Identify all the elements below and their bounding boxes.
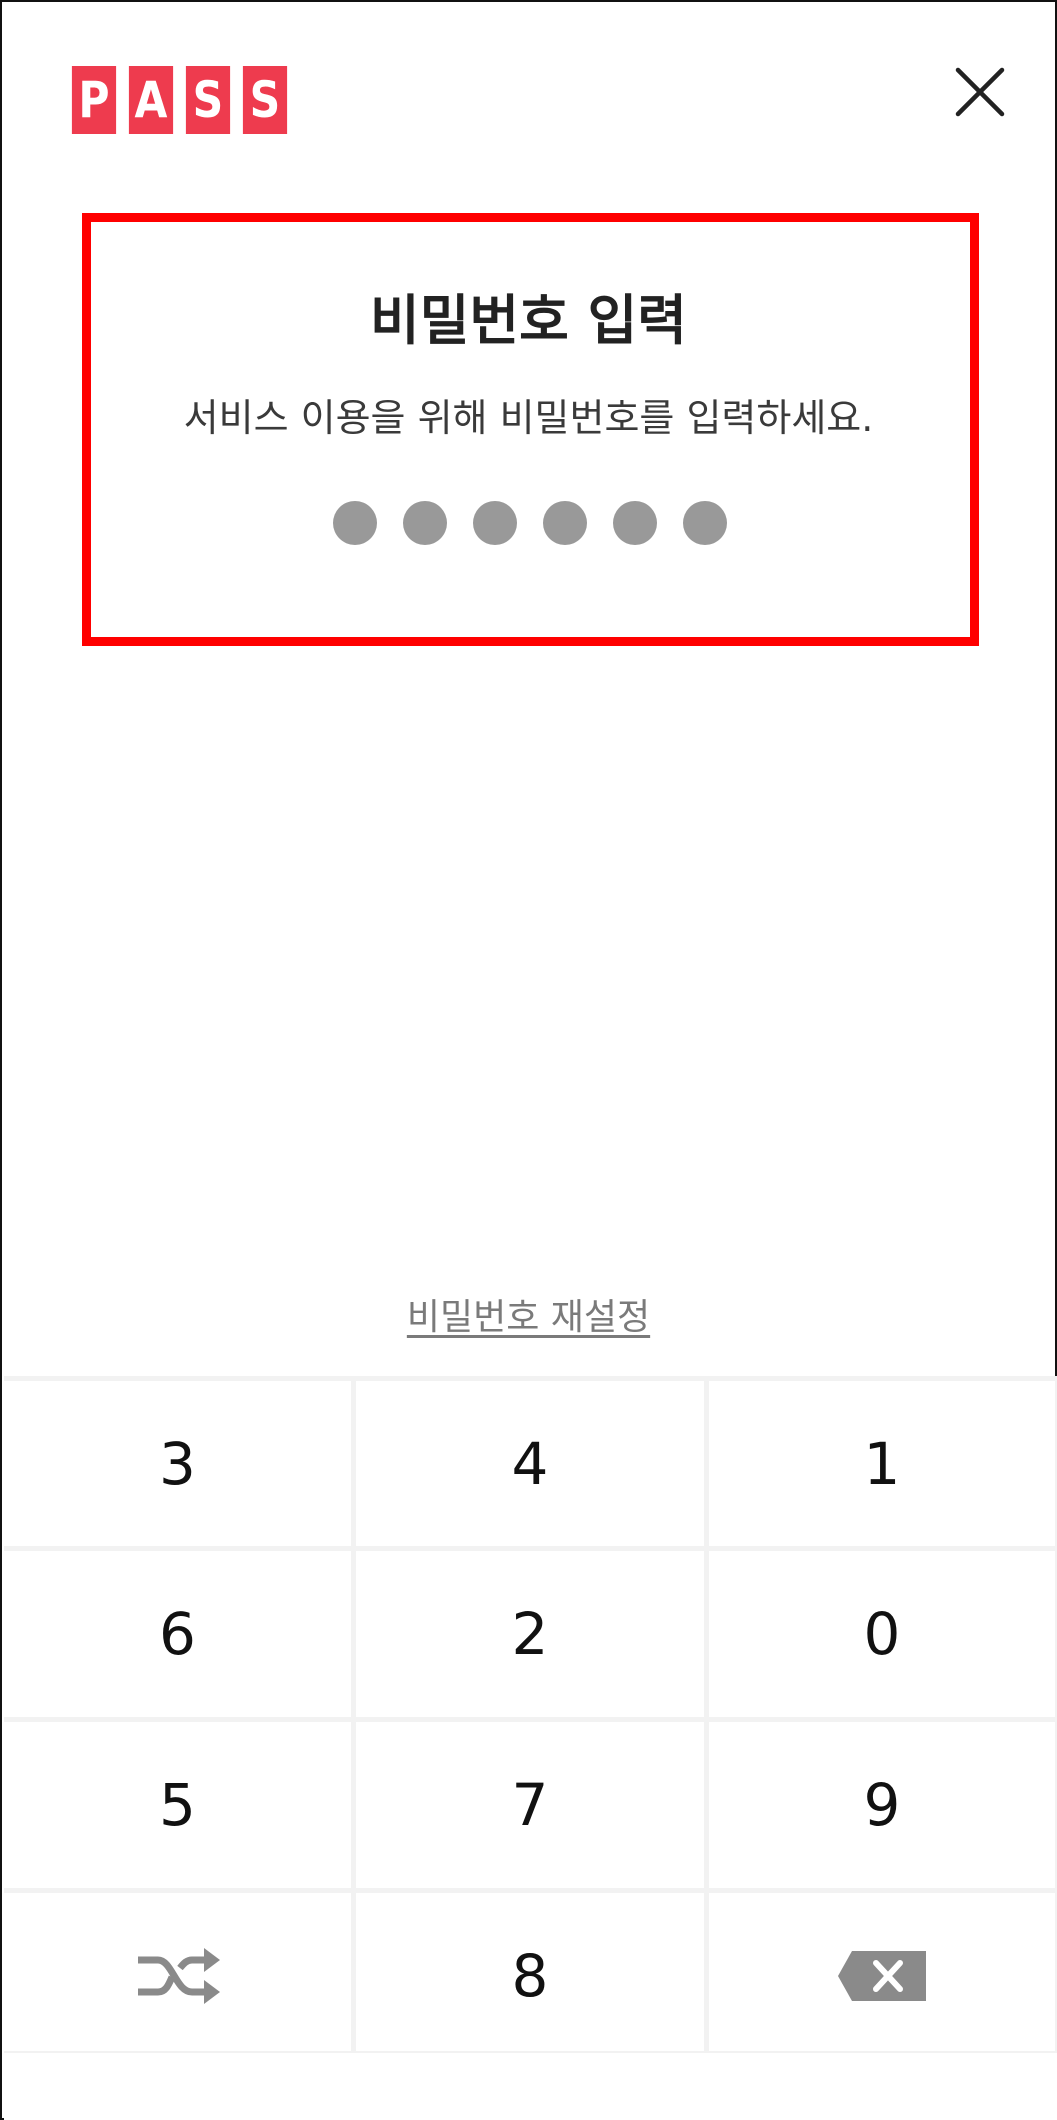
key-0[interactable]: 0 [709,1551,1055,1717]
app-screen: P A S S 비밀번호 입력 서비스 이용을 위해 비밀번호를 입력하세요. … [0,0,1057,2120]
pass-logo: P A S S [68,66,291,134]
key-8[interactable]: 8 [356,1893,704,2058]
number-keypad: 3 4 1 6 2 0 5 7 9 8 [4,1376,1057,2058]
shuffle-button[interactable] [4,1893,351,2058]
prompt-subtitle: 서비스 이용을 위해 비밀번호를 입력하세요. [183,396,874,440]
key-9[interactable]: 9 [709,1722,1055,1888]
key-7[interactable]: 7 [356,1722,704,1888]
backspace-icon [838,1950,926,2001]
key-3[interactable]: 3 [4,1381,351,1546]
logo-letter: S [242,66,288,134]
close-icon [955,67,1005,117]
key-2[interactable]: 2 [356,1551,704,1717]
logo-letter: A [128,66,174,134]
close-button[interactable] [952,64,1008,120]
pin-dot [403,501,447,545]
pin-dot [473,501,517,545]
pin-dot [683,501,727,545]
bottom-area [4,2053,1057,2120]
pin-dot [333,501,377,545]
pin-indicator [333,501,727,545]
key-5[interactable]: 5 [4,1722,351,1888]
page-title: 비밀번호 입력 [370,289,687,352]
reset-password-link[interactable]: 비밀번호 재설정 [2,1290,1055,1346]
shuffle-icon [137,1947,220,2004]
logo-letter: S [185,66,231,134]
pin-dot [543,501,587,545]
logo-letter: P [71,66,117,134]
backspace-button[interactable] [709,1893,1055,2058]
key-1[interactable]: 1 [709,1381,1055,1546]
pin-dot [613,501,657,545]
key-4[interactable]: 4 [356,1381,704,1546]
key-6[interactable]: 6 [4,1551,351,1717]
